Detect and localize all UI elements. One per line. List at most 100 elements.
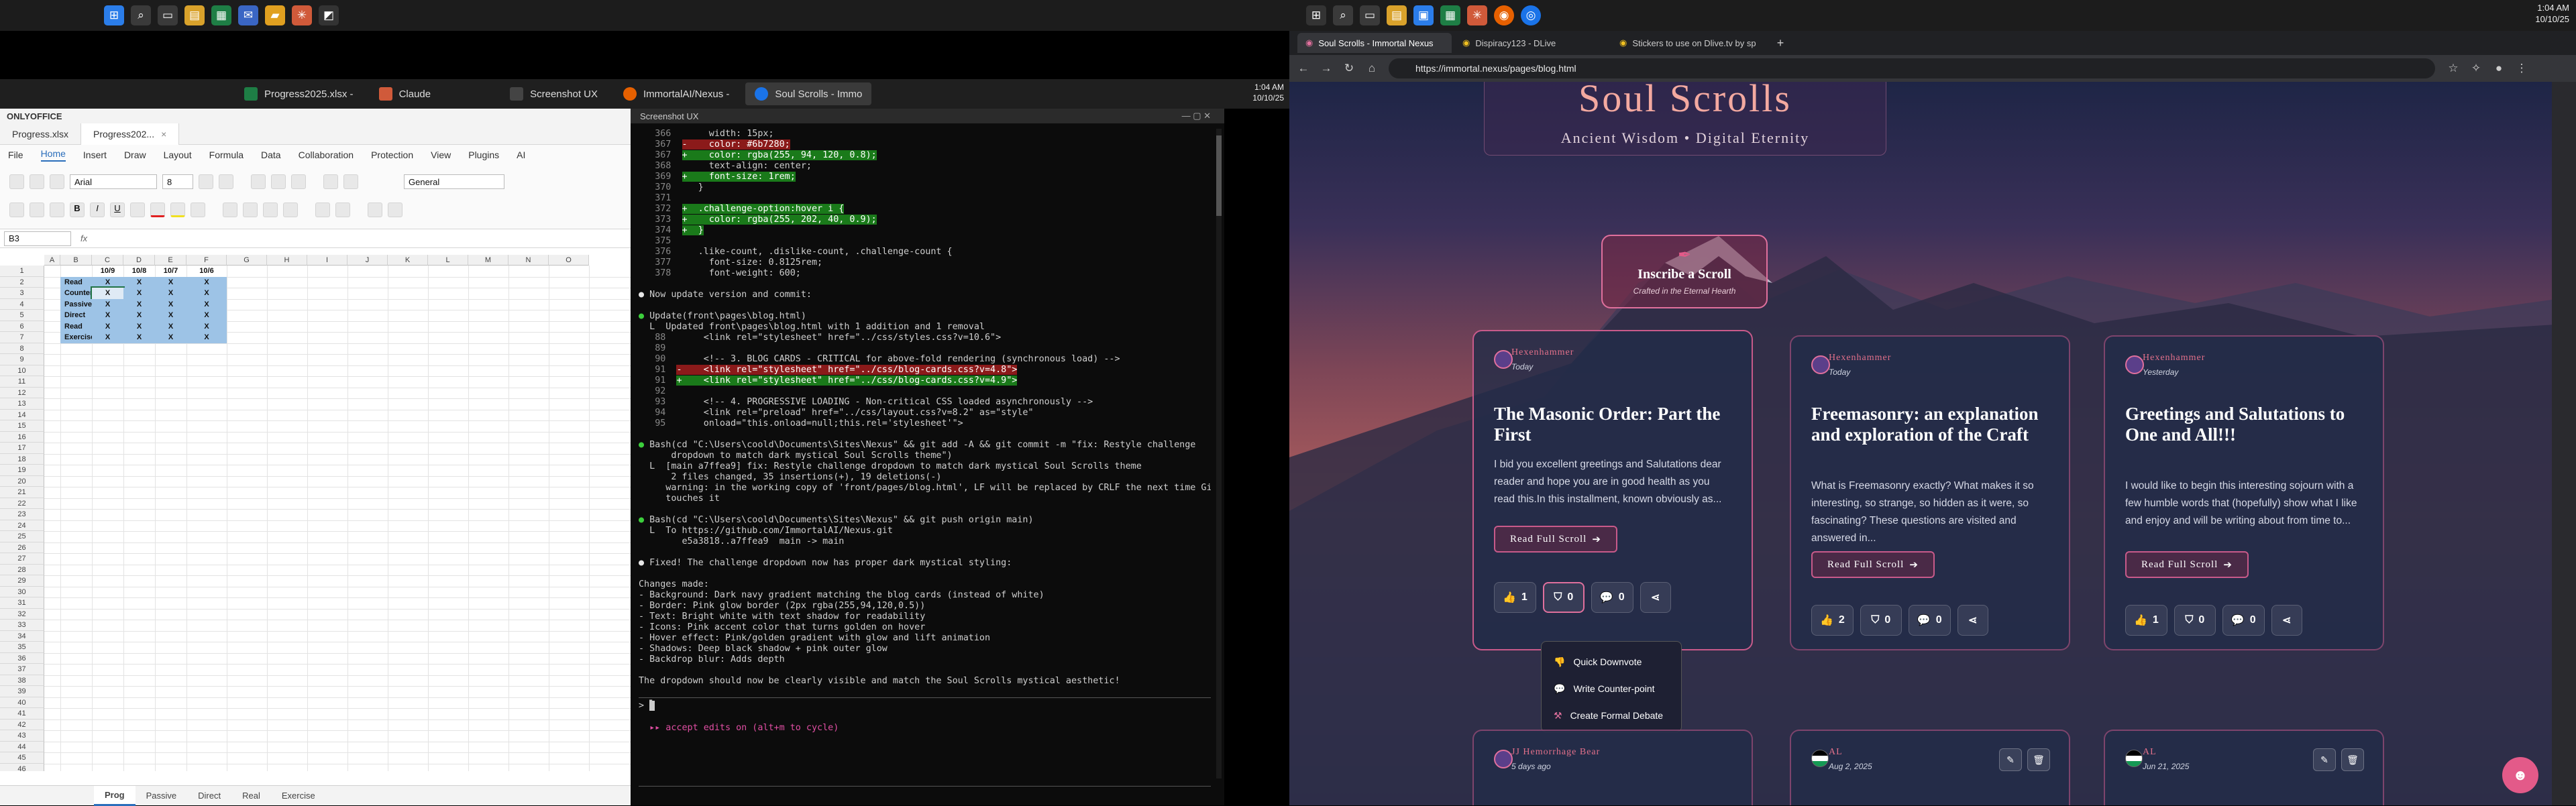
row-header[interactable]: 39 xyxy=(0,686,44,697)
row-header[interactable]: 24 xyxy=(0,520,44,531)
column-header[interactable]: J xyxy=(347,255,388,266)
decrease-font-icon[interactable] xyxy=(219,174,233,189)
row-header[interactable]: 36 xyxy=(0,652,44,664)
menu-collaboration[interactable]: Collaboration xyxy=(299,150,354,160)
start-icon[interactable]: ⊞ xyxy=(1306,5,1326,25)
edit-icon[interactable]: ✎ xyxy=(2313,748,2336,771)
name-box[interactable]: B3 xyxy=(4,231,71,246)
row-label-cell[interactable]: Read xyxy=(60,276,92,288)
column-header[interactable]: L xyxy=(428,255,468,266)
cursor-icon[interactable]: ▌ xyxy=(649,701,655,711)
filter-icon[interactable] xyxy=(335,203,350,217)
justify-icon[interactable] xyxy=(283,203,298,217)
share-button[interactable]: ⋖ xyxy=(1957,605,1988,636)
card-author[interactable]: Hexenhammer xyxy=(1829,353,1891,363)
challenge-button[interactable]: 💬 0 xyxy=(1908,605,1951,636)
back-icon[interactable]: ← xyxy=(1295,60,1312,77)
row-header[interactable]: 11 xyxy=(0,376,44,388)
underline-icon[interactable]: U xyxy=(110,203,125,217)
column-header[interactable]: D xyxy=(123,255,155,266)
align-bottom-icon[interactable] xyxy=(291,174,306,189)
x-mark-cell[interactable]: X xyxy=(155,310,186,321)
chat-fab[interactable]: ☻ xyxy=(2502,757,2538,793)
chrome-icon[interactable]: ◎ xyxy=(1521,5,1541,25)
row-header[interactable]: 28 xyxy=(0,564,44,575)
row-header[interactable]: 41 xyxy=(0,708,44,719)
row-header[interactable]: 6 xyxy=(0,321,44,332)
row-header[interactable]: 20 xyxy=(0,475,44,487)
cut-icon[interactable] xyxy=(50,174,64,189)
merge-icon[interactable] xyxy=(323,174,338,189)
menu-file[interactable]: File xyxy=(8,150,23,160)
row-header[interactable]: 5 xyxy=(0,310,44,321)
column-header[interactable]: E xyxy=(155,255,186,266)
card-author[interactable]: AL xyxy=(2143,747,2157,758)
bold-icon[interactable]: B xyxy=(70,203,85,217)
row-header[interactable]: 10 xyxy=(0,365,44,376)
column-header[interactable]: B xyxy=(60,255,92,266)
row-header[interactable]: 3 xyxy=(0,288,44,299)
column-header[interactable]: G xyxy=(227,255,267,266)
row-label-cell[interactable]: Exercise xyxy=(60,332,95,343)
sheet-tab-exercise[interactable]: Exercise xyxy=(271,786,326,806)
close-icon[interactable]: × xyxy=(161,129,166,139)
row-label-cell[interactable]: Passive xyxy=(60,298,92,310)
date-header-cell[interactable]: 10/9 xyxy=(92,266,123,277)
like-button[interactable]: 👍 2 xyxy=(1811,605,1854,636)
url-field[interactable]: https://immortal.nexus/pages/blog.html xyxy=(1389,58,2435,78)
row-header[interactable]: 21 xyxy=(0,487,44,498)
explorer-icon[interactable]: ▤ xyxy=(1387,5,1407,25)
column-header[interactable]: N xyxy=(508,255,549,266)
date-header-cell[interactable]: 10/6 xyxy=(186,266,227,277)
font-size-select[interactable]: 8 xyxy=(162,174,193,189)
decimal-icon[interactable] xyxy=(388,203,402,217)
spreadsheet-icon[interactable]: ▦ xyxy=(1440,5,1460,25)
delete-icon[interactable]: 🗑 xyxy=(2341,748,2364,771)
row-header[interactable]: 14 xyxy=(0,409,44,420)
row-label-cell[interactable]: Read xyxy=(60,321,92,332)
x-mark-cell[interactable]: X xyxy=(186,276,227,288)
row-header[interactable]: 26 xyxy=(0,542,44,553)
row-header[interactable]: 16 xyxy=(0,431,44,443)
search-icon[interactable]: ⌕ xyxy=(1333,5,1353,25)
share-button[interactable]: ⋖ xyxy=(2271,605,2302,636)
font-family-select[interactable]: Arial xyxy=(70,174,157,189)
menu-protection[interactable]: Protection xyxy=(371,150,413,160)
dislike-button[interactable]: ⛉ 0 xyxy=(1860,605,1902,636)
screenshot-icon[interactable]: ◩ xyxy=(319,5,339,25)
app-soul-scrolls[interactable]: Soul Scrolls - Immo xyxy=(745,82,872,105)
claude-icon[interactable]: ✳ xyxy=(1467,5,1487,25)
menu-icon[interactable]: ⋮ xyxy=(2513,60,2530,77)
like-button[interactable]: 👍 1 xyxy=(2125,605,2167,636)
card-author[interactable]: JJ Hemorrhage Bear xyxy=(1511,747,1600,758)
row-header[interactable]: 9 xyxy=(0,354,44,365)
card-title[interactable]: Freemasonry: an explanation and explorat… xyxy=(1811,404,2049,445)
number-format-select[interactable]: General xyxy=(404,174,504,189)
wrap-icon[interactable] xyxy=(343,174,358,189)
sheet-tab-real[interactable]: Real xyxy=(231,786,271,806)
challenge-button[interactable]: 💬 0 xyxy=(1591,582,1633,613)
read-full-scroll-button[interactable]: Read Full Scroll ➔ xyxy=(1494,526,1617,553)
row-header[interactable]: 18 xyxy=(0,453,44,465)
terminal-scrollthumb[interactable] xyxy=(1216,135,1222,216)
row-header[interactable]: 29 xyxy=(0,575,44,587)
row-header[interactable]: 34 xyxy=(0,630,44,642)
card-title[interactable]: The Masonic Order: Part the First xyxy=(1494,404,1731,445)
store-icon[interactable]: ▣ xyxy=(1413,5,1434,25)
row-header[interactable]: 12 xyxy=(0,387,44,398)
row-label-cell[interactable]: Counter xyxy=(60,288,93,299)
percent-icon[interactable] xyxy=(368,203,382,217)
row-header[interactable]: 30 xyxy=(0,586,44,597)
x-mark-cell[interactable]: X xyxy=(186,321,227,332)
row-header[interactable]: 38 xyxy=(0,675,44,686)
firefox-icon[interactable]: ◉ xyxy=(1494,5,1514,25)
column-header[interactable]: M xyxy=(468,255,508,266)
menu-draw[interactable]: Draw xyxy=(124,150,146,160)
italic-icon[interactable]: I xyxy=(90,203,105,217)
edit-icon[interactable]: ✎ xyxy=(1999,748,2022,771)
window-controls[interactable]: — ▢ ✕ xyxy=(1182,111,1211,121)
folder-icon[interactable]: ▰ xyxy=(265,5,285,25)
mail-icon[interactable]: ✉ xyxy=(238,5,258,25)
taskview-icon[interactable]: ▭ xyxy=(158,5,178,25)
forward-icon[interactable]: → xyxy=(1318,60,1335,77)
